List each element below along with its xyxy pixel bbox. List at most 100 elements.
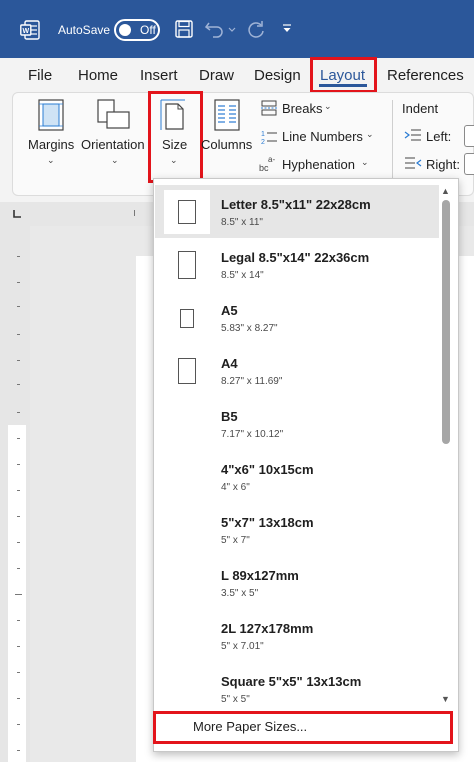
tab-file[interactable]: File [28,67,52,84]
columns-icon[interactable] [213,98,241,132]
size-dropdown-menu: Letter 8.5"x11" 22x28cm 8.5" x 11" Legal… [153,178,459,752]
indent-left-icon [404,129,421,141]
paper-size-name: 5"x7" 13x18cm [221,515,314,530]
chevron-down-icon: ⌄ [111,155,119,165]
paper-size-name: B5 [221,409,238,424]
svg-text:W: W [22,28,29,35]
scrollbar-thumb[interactable] [442,200,450,444]
tab-design[interactable]: Design [254,67,301,84]
chevron-down-icon: ⌄ [324,101,332,111]
paper-size-b5[interactable]: B5 7.17" x 10.12" [155,397,439,450]
paper-size-name: A4 [221,356,238,371]
line-numbers-icon: 1 2 [261,131,277,146]
paper-size-legal[interactable]: Legal 8.5"x14" 22x36cm 8.5" x 14" [155,238,439,291]
more-paper-sizes-highlight [153,711,453,744]
ruler-tick [134,210,135,216]
paper-size-dims: 5.83" x 8.27" [221,323,278,334]
paper-size-square[interactable]: Square 5"x5" 13x13cm 5" x 5" [155,662,439,715]
paper-size-letter[interactable]: Letter 8.5"x11" 22x28cm 8.5" x 11" [155,185,439,238]
paper-size-dims: 5" x 5" [221,694,250,705]
ruler-tick [17,646,20,647]
margins-button[interactable]: Margins [28,137,74,152]
svg-text:bc: bc [259,163,269,173]
indent-right-icon [405,157,422,169]
scroll-up-icon[interactable]: ▲ [441,186,450,196]
customize-qat-icon[interactable] [281,23,293,35]
ruler-tick [17,306,20,307]
thumb-wrap [164,190,210,234]
ruler-tick [17,568,20,569]
group-divider [392,100,393,182]
paper-size-5x7[interactable]: 5"x7" 13x18cm 5" x 7" [155,503,439,556]
ruler-tick [17,542,20,543]
ruler-tick [17,750,20,751]
autosave-toggle[interactable]: Off [114,19,160,41]
tab-home[interactable]: Home [78,67,118,84]
paper-size-name: Legal 8.5"x14" 22x36cm [221,250,370,265]
margins-icon[interactable] [37,98,65,132]
tab-insert[interactable]: Insert [140,67,178,84]
scroll-down-icon[interactable]: ▼ [441,694,450,704]
paper-size-dims: 4" x 6" [221,482,250,493]
redo-icon[interactable] [245,19,267,41]
ruler-tick [17,412,20,413]
indent-left-input[interactable] [464,125,474,147]
svg-text:a-: a- [268,155,275,164]
tab-draw[interactable]: Draw [199,67,234,84]
hyphenation-button[interactable]: Hyphenation [282,157,355,172]
orientation-button[interactable]: Orientation [81,137,145,152]
columns-button[interactable]: Columns [201,137,252,152]
paper-size-dims: 5" x 7" [221,535,250,546]
paper-size-name: L 89x127mm [221,568,299,583]
autosave-label: AutoSave [58,23,111,37]
ruler-tick [17,360,20,361]
paper-size-name: 4"x6" 10x15cm [221,462,314,477]
tab-references[interactable]: References [387,67,464,84]
chevron-down-icon: ⌄ [47,155,55,165]
ruler-tick [17,516,20,517]
save-icon[interactable] [174,19,194,39]
thumb-wrap [164,243,210,287]
ruler-tick [17,464,20,465]
paper-size-dims: 8.27" x 11.69" [221,376,283,387]
breaks-button[interactable]: Breaks [282,101,322,116]
title-bar: W AutoSave Off [0,0,474,58]
paper-size-name: A5 [221,303,238,318]
paper-size-dims: 7.17" x 10.12" [221,429,284,440]
undo-icon[interactable] [204,19,226,39]
paper-size-4x6[interactable]: 4"x6" 10x15cm 4" x 6" [155,450,439,503]
svg-text:1: 1 [261,131,265,138]
ruler-tick [17,724,20,725]
paper-size-dims: 5" x 7.01" [221,641,264,652]
layout-tab-highlight [310,57,377,93]
page-thumbnail-icon [178,358,196,384]
paper-size-2l[interactable]: 2L 127x178mm 5" x 7.01" [155,609,439,662]
indent-left-label: Left: [426,129,452,144]
ruler-tick [17,438,20,439]
thumb-wrap [164,296,210,340]
indent-right-input[interactable] [464,153,474,175]
undo-dropdown-icon[interactable] [227,19,237,39]
page-thumbnail-icon [180,309,194,328]
size-button-highlight [148,91,203,183]
page-thumbnail-icon [178,251,196,279]
paper-size-l[interactable]: L 89x127mm 3.5" x 5" [155,556,439,609]
paper-size-a4[interactable]: A4 8.27" x 11.69" [155,344,439,397]
breaks-icon [261,100,277,116]
ruler-tick [17,698,20,699]
chevron-down-icon: ⌄ [366,129,374,139]
ribbon-tabs: File Home Insert Draw Design Layout Refe… [0,58,474,92]
tab-stop-icon[interactable] [12,209,22,219]
line-numbers-button[interactable]: Line Numbers [282,129,363,144]
ruler-tick [17,256,20,257]
page-thumbnail-icon [178,200,196,224]
word-app-icon: W [20,20,40,40]
ruler-tick [17,384,20,385]
paper-size-a5[interactable]: A5 5.83" x 8.27" [155,291,439,344]
paper-size-name: 2L 127x178mm [221,621,314,636]
paper-size-name: Square 5"x5" 13x13cm [221,674,362,689]
autosave-state: Off [140,23,156,37]
indent-right-label: Right: [426,157,460,172]
orientation-icon[interactable] [95,98,131,132]
paper-size-dims: 8.5" x 14" [221,270,264,281]
